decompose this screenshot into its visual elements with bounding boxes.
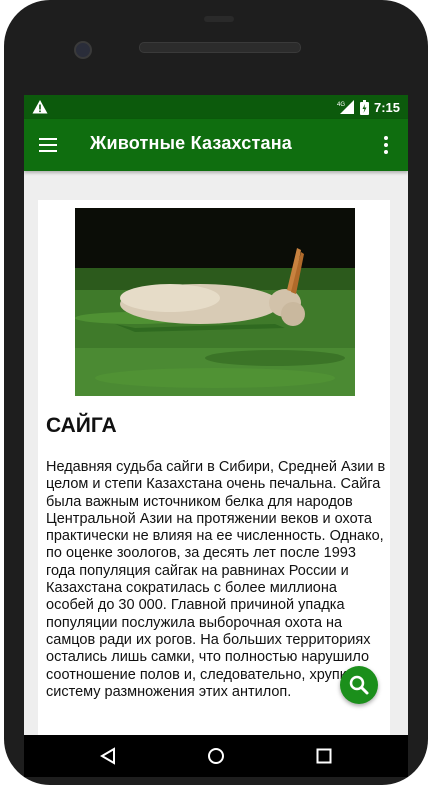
home-circle-icon[interactable] [206, 746, 226, 766]
back-triangle-icon[interactable] [98, 746, 118, 766]
more-vert-icon[interactable] [376, 134, 396, 156]
menu-icon[interactable] [38, 135, 58, 155]
signal-icon: 4G [337, 100, 354, 114]
saiga-photo [75, 208, 355, 396]
warning-icon [32, 100, 48, 114]
signal-label: 4G [337, 102, 345, 108]
animal-title: САЙГА [46, 414, 117, 437]
recents-square-icon[interactable] [314, 746, 334, 766]
status-bar: 4G 7:15 [24, 95, 408, 119]
content-card: САЙГА Недавняя судьба сайги в Сибири, Ср… [38, 200, 390, 735]
phone-frame: 4G 7:15 Животные Казахстана САЙГА Недавн… [0, 0, 432, 785]
front-camera [74, 41, 92, 59]
nav-bar [24, 735, 408, 777]
status-right: 4G 7:15 [337, 98, 400, 116]
screen: 4G 7:15 Животные Казахстана САЙГА Недавн… [24, 95, 408, 735]
app-bar: Животные Казахстана [24, 119, 408, 171]
status-time: 7:15 [373, 99, 400, 115]
battery-icon [359, 99, 369, 115]
top-slot [204, 16, 234, 22]
search-fab[interactable] [340, 666, 378, 704]
app-title: Животные Казахстана [90, 133, 293, 153]
search-icon [349, 675, 369, 695]
animal-description: Недавняя судьба сайги в Сибири, Средней … [46, 459, 386, 700]
speaker-grill [139, 42, 301, 53]
